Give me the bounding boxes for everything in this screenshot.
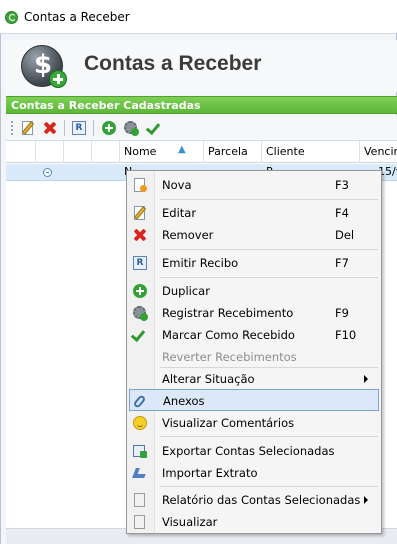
menu-separator <box>160 436 378 437</box>
check-icon <box>130 326 148 343</box>
paperclip-icon <box>132 393 149 409</box>
column-header-type[interactable] <box>92 141 120 163</box>
menu-item-marcar-como-recebido[interactable]: Marcar Como Recebido F10 <box>129 324 379 346</box>
menu-item-reverter-recebimentos[interactable]: Reverter Recebimentos <box>129 346 379 368</box>
grid-header: Nome ▲ Parcela Cliente Vencir <box>6 141 397 163</box>
column-header-parcela[interactable]: Parcela <box>204 141 262 163</box>
register-payment-icon[interactable] <box>123 120 139 136</box>
column-header-status[interactable] <box>36 141 64 163</box>
section-title: Contas a Receber Cadastradas <box>11 99 201 112</box>
menu-separator <box>160 249 378 250</box>
add-icon <box>132 283 148 299</box>
column-header-flag[interactable] <box>64 141 92 163</box>
menu-item-registrar-recebimento[interactable]: Registrar Recebimento F9 <box>129 302 379 324</box>
export-icon <box>132 443 148 459</box>
context-menu: Nova F3 Editar F4 Remover Del R Emitir R… <box>126 170 382 534</box>
menu-separator <box>160 199 378 200</box>
column-header-vencimento[interactable]: Vencir <box>360 141 397 163</box>
toolbar-separator <box>64 120 65 136</box>
menu-separator <box>160 486 378 487</box>
import-icon <box>132 465 148 481</box>
menu-item-relatorio[interactable]: Relatório das Contas Selecionadas <box>129 489 379 511</box>
column-header-select[interactable] <box>6 141 36 163</box>
menu-separator <box>160 277 378 278</box>
report-icon <box>132 492 148 508</box>
menu-item-alterar-situacao[interactable]: Alterar Situação <box>129 368 379 390</box>
edit-icon <box>132 205 148 221</box>
delete-icon[interactable] <box>42 120 58 136</box>
toolbar-separator <box>93 120 94 136</box>
view-icon <box>132 514 148 530</box>
window-title-bar: Contas a Receber <box>0 0 397 34</box>
menu-item-emitir-recibo[interactable]: R Emitir Recibo F7 <box>129 252 379 274</box>
delete-icon <box>132 227 148 243</box>
section-bar: Contas a Receber Cadastradas <box>6 96 397 114</box>
menu-item-visualizar-comentarios[interactable]: Visualizar Comentários <box>129 412 379 434</box>
window-title: Contas a Receber <box>24 10 130 24</box>
menu-item-exportar-contas[interactable]: Exportar Contas Selecionadas <box>129 440 379 462</box>
money-add-icon: $ <box>21 45 67 88</box>
column-header-nome[interactable]: Nome ▲ <box>120 141 204 163</box>
menu-item-editar[interactable]: Editar F4 <box>129 202 379 224</box>
page-title: Contas a Receber <box>84 52 262 75</box>
status-icon <box>43 168 52 177</box>
toolbar-grip[interactable] <box>11 121 13 135</box>
register-payment-icon <box>132 305 148 321</box>
new-document-icon <box>132 177 148 193</box>
add-icon[interactable] <box>101 120 117 136</box>
menu-item-visualizar[interactable]: Visualizar <box>129 511 379 533</box>
menu-item-anexos[interactable]: Anexos <box>129 389 379 411</box>
menu-item-duplicar[interactable]: Duplicar <box>129 280 379 302</box>
page-header: $ Contas a Receber <box>6 40 397 92</box>
submenu-arrow-icon <box>364 496 368 504</box>
mark-received-icon[interactable] <box>145 119 163 136</box>
receipt-icon: R <box>132 255 148 271</box>
receipt-icon[interactable]: R <box>71 120 87 136</box>
column-header-cliente[interactable]: Cliente <box>262 141 360 163</box>
menu-item-importar-extrato[interactable]: Importar Extrato <box>129 462 379 484</box>
edit-icon[interactable] <box>20 120 36 136</box>
toolbar: R <box>6 115 397 141</box>
app-icon <box>5 11 18 24</box>
menu-item-remover[interactable]: Remover Del <box>129 224 379 246</box>
menu-item-nova[interactable]: Nova F3 <box>129 174 379 196</box>
comment-icon <box>132 415 148 431</box>
submenu-arrow-icon <box>364 375 368 383</box>
sort-arrow-icon: ▲ <box>178 144 186 155</box>
